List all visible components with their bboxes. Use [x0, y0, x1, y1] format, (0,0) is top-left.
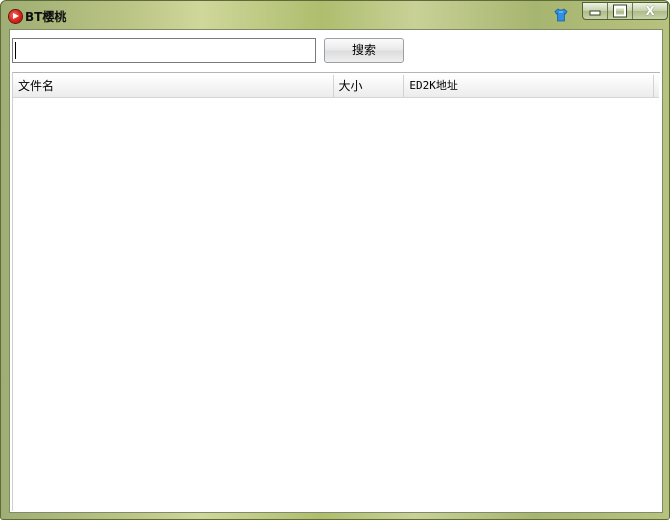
- search-input[interactable]: [12, 38, 316, 63]
- skin-shirt-icon[interactable]: [554, 8, 568, 22]
- minimize-icon: [589, 10, 601, 16]
- app-logo-icon[interactable]: [9, 10, 22, 23]
- column-header-filename[interactable]: 文件名: [13, 75, 334, 97]
- results-list[interactable]: 文件名 大小 ED2K地址: [12, 72, 660, 511]
- maximize-icon: [613, 4, 628, 18]
- window-title: BT樱桃: [25, 10, 67, 24]
- close-icon: X: [645, 4, 655, 18]
- text-caret: [15, 42, 16, 59]
- search-button[interactable]: 搜索: [324, 38, 404, 63]
- column-header-filler: [654, 75, 659, 97]
- main-window: BT樱桃 X 搜索 文件名 大小 ED2K地址: [0, 0, 670, 520]
- minimize-button[interactable]: [583, 3, 609, 19]
- results-body[interactable]: [13, 98, 659, 511]
- window-controls: X: [582, 2, 668, 20]
- column-header-size[interactable]: 大小: [334, 75, 405, 97]
- results-header: 文件名 大小 ED2K地址: [13, 75, 659, 98]
- client-area: 搜索 文件名 大小 ED2K地址: [9, 29, 663, 513]
- title-bar[interactable]: BT樱桃 X: [1, 1, 669, 29]
- column-header-ed2k[interactable]: ED2K地址: [404, 75, 654, 97]
- close-button[interactable]: X: [633, 3, 667, 19]
- maximize-button[interactable]: [608, 3, 634, 19]
